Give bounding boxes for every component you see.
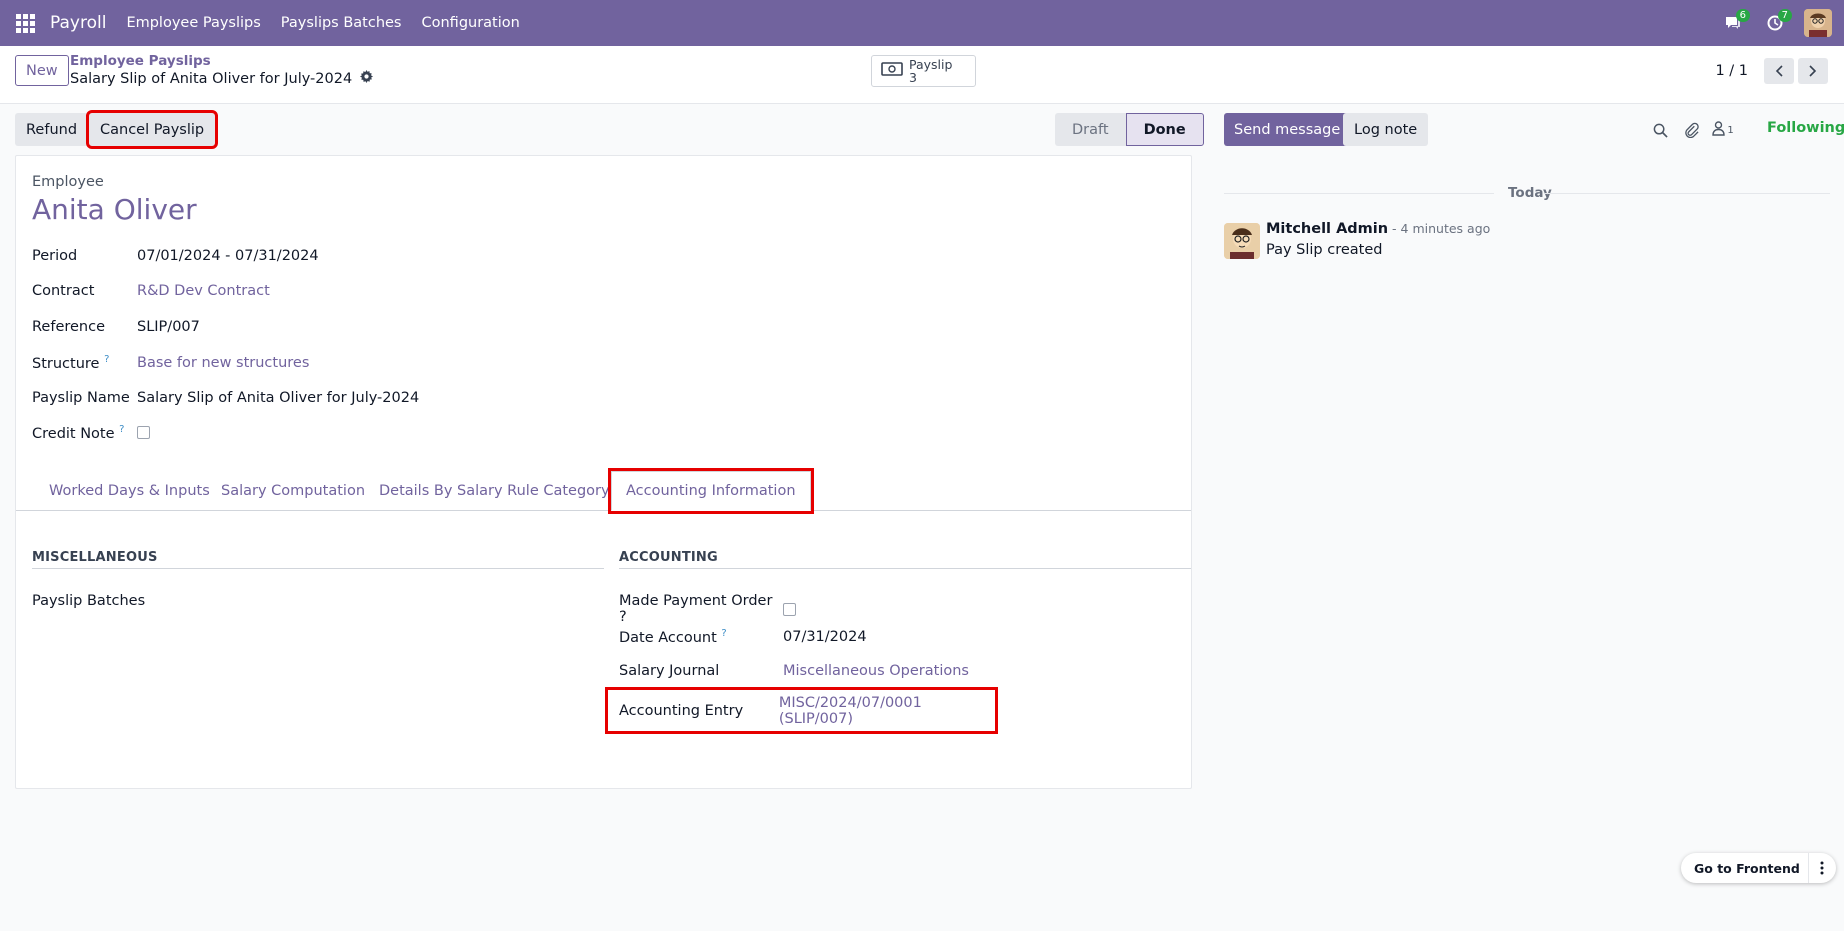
user-avatar[interactable] (1804, 9, 1832, 37)
apps-menu-icon[interactable] (0, 0, 50, 46)
field-contract: Contract R&D Dev Contract (32, 283, 270, 299)
tab-accounting-information[interactable]: Accounting Information (608, 468, 814, 514)
go-to-frontend-label: Go to Frontend (1694, 860, 1800, 876)
activities-badge: 7 (1777, 9, 1792, 22)
payslip-smart-button[interactable]: Payslip 3 (871, 55, 976, 87)
messages-icon[interactable]: 6 (1712, 0, 1754, 46)
tab-worked-days[interactable]: Worked Days & Inputs (49, 471, 210, 511)
chevron-left-icon[interactable] (1764, 58, 1794, 84)
nav-payslips-batches[interactable]: Payslips Batches (281, 15, 402, 31)
period-value[interactable]: 07/01/2024 - 07/31/2024 (137, 248, 319, 264)
form-sheet: Employee Anita Oliver Period 07/01/2024 … (15, 155, 1192, 789)
field-date-account: Date Account ? 07/31/2024 (619, 628, 867, 646)
search-icon[interactable] (1649, 119, 1671, 141)
field-label: Contract (32, 283, 95, 299)
money-icon (881, 62, 903, 80)
field-payslip-batches: Payslip Batches (32, 593, 192, 609)
field-label: Payslip Batches (32, 593, 146, 609)
field-payslip-name: Payslip Name Salary Slip of Anita Oliver… (32, 390, 419, 406)
accounting-entry-link[interactable]: MISC/2024/07/0001 (SLIP/007) (779, 695, 995, 727)
reference-value[interactable]: SLIP/007 (137, 319, 200, 335)
contract-link[interactable]: R&D Dev Contract (137, 283, 270, 299)
payment-order-checkbox[interactable] (783, 602, 796, 616)
field-label: Period (32, 248, 78, 264)
send-message-button[interactable]: Send message (1224, 113, 1351, 146)
gear-icon[interactable] (360, 70, 374, 87)
field-label: Structure (32, 355, 100, 372)
chevron-right-icon[interactable] (1798, 58, 1828, 84)
today-divider-right (1545, 193, 1830, 194)
new-button[interactable]: New (15, 55, 69, 86)
author-avatar[interactable] (1224, 223, 1260, 259)
help-icon[interactable]: ? (721, 628, 726, 639)
payslip-name-value[interactable]: Salary Slip of Anita Oliver for July-202… (137, 390, 419, 406)
breadcrumb-parent[interactable]: Employee Payslips (70, 53, 211, 69)
following-status[interactable]: Following (1767, 120, 1844, 136)
field-accounting-entry: Accounting Entry MISC/2024/07/0001 (SLIP… (605, 687, 998, 734)
accounting-divider (619, 568, 1191, 569)
field-label: Date Account (619, 629, 717, 646)
go-to-frontend-button[interactable]: Go to Frontend (1681, 853, 1836, 883)
app-brand[interactable]: Payroll (50, 13, 106, 33)
credit-note-checkbox[interactable] (137, 426, 150, 440)
structure-link[interactable]: Base for new structures (137, 355, 309, 371)
author-name[interactable]: Mitchell Admin (1266, 221, 1388, 237)
cancel-payslip-button[interactable]: Cancel Payslip (85, 110, 219, 149)
employee-name[interactable]: Anita Oliver (32, 193, 197, 226)
pager-value[interactable]: 1 / 1 (1715, 63, 1748, 79)
help-icon[interactable]: ? (104, 354, 109, 365)
misc-divider (32, 568, 604, 569)
nav-employee-payslips[interactable]: Employee Payslips (126, 15, 260, 31)
refund-button[interactable]: Refund (15, 113, 89, 146)
field-label: Accounting Entry (619, 702, 744, 719)
user-icon (1712, 120, 1726, 140)
today-divider-left (1224, 193, 1494, 194)
smart-button-count: 3 (909, 70, 917, 85)
control-panel: New Employee Payslips Salary Slip of Ani… (0, 46, 1844, 104)
accounting-group-title: ACCOUNTING (619, 550, 718, 565)
date-account-value[interactable]: 07/31/2024 (783, 629, 867, 645)
activities-icon[interactable]: 7 (1754, 0, 1796, 46)
field-label: Payslip Name (32, 390, 130, 406)
field-reference: Reference SLIP/007 (32, 319, 200, 335)
more-options-icon[interactable] (1807, 853, 1836, 883)
tab-salary-computation[interactable]: Salary Computation (221, 471, 365, 511)
field-structure: Structure ? Base for new structures (32, 354, 309, 372)
message-time: - 4 minutes ago (1388, 221, 1491, 236)
field-made-payment-order: Made Payment Order ? (619, 593, 796, 625)
salary-journal-link[interactable]: Miscellaneous Operations (783, 663, 969, 679)
nav-configuration[interactable]: Configuration (422, 15, 520, 31)
breadcrumb-current-label: Salary Slip of Anita Oliver for July-202… (70, 70, 353, 87)
help-icon[interactable]: ? (119, 424, 124, 435)
paperclip-icon[interactable] (1680, 119, 1702, 141)
field-label: Reference (32, 319, 106, 335)
stage-done[interactable]: Done (1125, 113, 1204, 146)
message-body: Pay Slip created (1266, 242, 1383, 258)
status-bar: Draft Done (1055, 113, 1204, 146)
field-label: Salary Journal (619, 663, 720, 679)
field-period: Period 07/01/2024 - 07/31/2024 (32, 248, 319, 264)
pager: 1 / 1 (1715, 58, 1828, 84)
employee-label: Employee (32, 174, 104, 190)
top-navbar: Payroll Employee Payslips Payslips Batch… (0, 0, 1844, 46)
followers-count: 1 (1727, 124, 1734, 136)
form-tabs: Worked Days & Inputs Salary Computation … (16, 468, 1191, 514)
field-salary-journal: Salary Journal Miscellaneous Operations (619, 663, 969, 679)
messages-badge: 6 (1735, 9, 1750, 22)
field-credit-note: Credit Note ? (32, 424, 150, 442)
log-note-button[interactable]: Log note (1343, 113, 1429, 146)
stage-draft[interactable]: Draft (1055, 113, 1126, 146)
message-author: Mitchell Admin - 4 minutes ago (1266, 221, 1490, 237)
breadcrumb-current: Salary Slip of Anita Oliver for July-202… (70, 70, 374, 87)
field-label: Credit Note (32, 425, 115, 442)
tab-details-by-category[interactable]: Details By Salary Rule Category (379, 471, 610, 511)
misc-group-title: MISCELLANEOUS (32, 550, 158, 565)
followers-button[interactable]: 1 (1707, 119, 1739, 141)
field-label: Made Payment Order ? (619, 593, 773, 625)
